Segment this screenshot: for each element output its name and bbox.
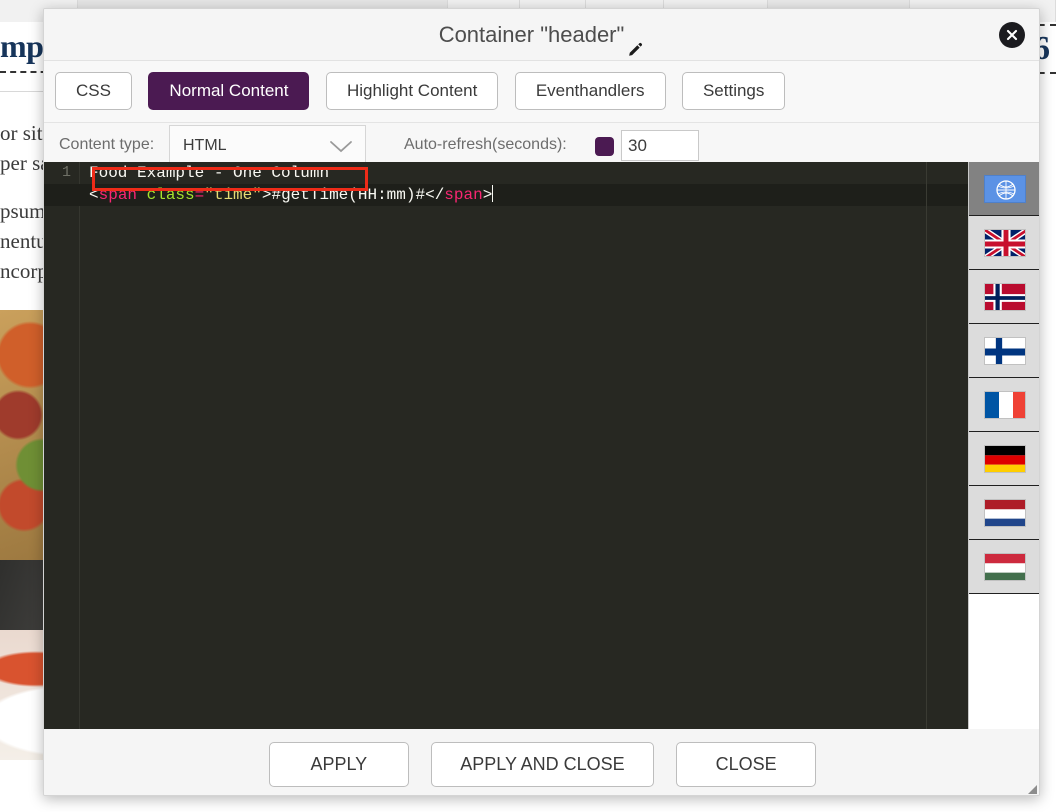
tab-settings[interactable]: Settings [681,72,786,110]
auto-refresh-seconds-input[interactable] [621,130,699,161]
flag-france[interactable] [969,378,1039,432]
flag-norway[interactable] [969,270,1039,324]
code-token: >#getTime(HH:mm)#</ [261,186,445,204]
container-editor-dialog: Container "header" CSS Normal Content Hi… [43,8,1040,796]
dialog-title-row: Container "header" [44,9,1039,61]
apply-button[interactable]: APPLY [268,742,409,787]
pencil-icon[interactable] [626,27,644,56]
auto-refresh-label: Auto-refresh(seconds): [404,136,567,153]
content-type-select[interactable]: HTML [169,125,366,167]
code-token: > [482,186,493,204]
editor-code-area[interactable]: Food Example - One Column <span class="t… [80,162,1039,729]
code-token: class [146,186,195,204]
code-token: span [98,186,138,204]
resize-grip[interactable] [1026,782,1038,794]
language-flags-panel [968,162,1039,757]
flag-united-nations[interactable] [969,162,1039,216]
close-icon[interactable] [999,22,1025,48]
flag-hungary[interactable] [969,540,1039,594]
dialog-footer: APPLY APPLY AND CLOSE CLOSE [44,729,1039,795]
line-number: 1 [61,164,71,181]
dialog-tabs: CSS Normal Content Highlight Content Eve… [44,61,1039,123]
tab-highlight-content[interactable]: Highlight Content [325,72,499,110]
tab-normal-content[interactable]: Normal Content [148,72,310,110]
flag-netherlands[interactable] [969,486,1039,540]
text-caret [492,185,494,202]
apply-and-close-button[interactable]: APPLY AND CLOSE [431,742,654,787]
editor-gutter: 1 2 [44,162,80,729]
flag-germany[interactable] [969,432,1039,486]
close-dialog-button[interactable]: CLOSE [676,742,817,787]
code-token: "time" [204,186,262,204]
code-token: < [89,186,99,204]
content-type-label: Content type: [59,136,155,153]
auto-refresh-checkbox[interactable] [595,137,614,156]
dialog-header: Container "header" [44,9,1039,61]
code-token: = [194,186,205,204]
code-token: span [444,186,483,204]
chevron-down-icon [329,140,353,159]
code-line-1-text: Food Example - One Column [89,164,330,182]
code-line-2: <span class="time">#getTime(HH:mm)#</spa… [89,184,1039,206]
tab-css[interactable]: CSS [55,72,132,110]
flag-finland[interactable] [969,324,1039,378]
content-type-value: HTML [183,137,227,154]
flag-united-kingdom[interactable] [969,216,1039,270]
tab-eventhandlers[interactable]: Eventhandlers [514,72,666,110]
code-editor[interactable]: 1 2 Food Example - One Column <span clas… [44,162,1039,729]
page-title: Container "header" [438,22,625,47]
code-line-1: Food Example - One Column [89,162,1039,184]
